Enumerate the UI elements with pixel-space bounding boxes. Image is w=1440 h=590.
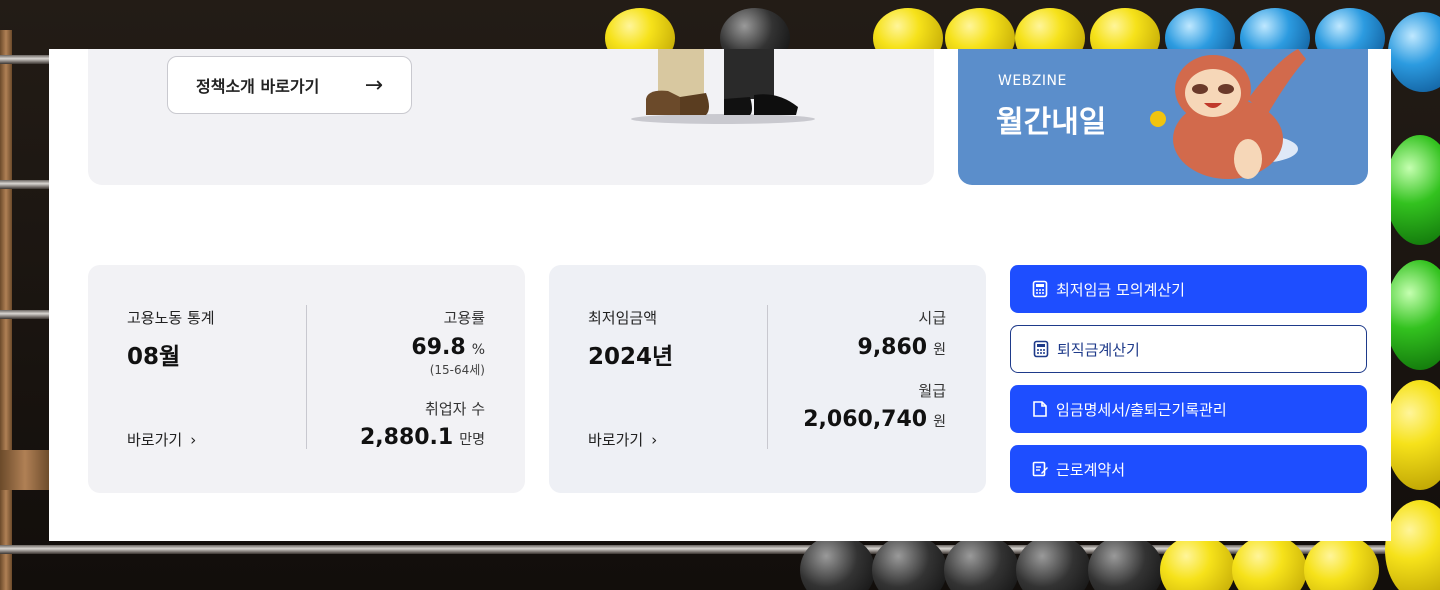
link-label: 바로가기 [588,431,644,449]
policy-intro-label: 정책소개 바로가기 [196,77,320,96]
document-icon [1033,401,1047,417]
abacus-bead [1016,535,1091,590]
employment-stats-period: 08월 [127,344,181,370]
labor-contract-button[interactable]: 근로계약서 [1010,445,1367,493]
card-divider [306,305,307,449]
sloth-mascot-illustration [1150,49,1306,179]
abacus-frame-piece [0,450,50,490]
employed-count-unit: 만명 [459,432,485,448]
employment-rate-number: 69.8 [411,335,466,360]
abacus-bead [1160,535,1235,590]
minimum-wage-calculator-button[interactable]: 최저임금 모의계산기 [1010,265,1367,313]
hourly-wage-unit: 원 [933,342,946,358]
employed-count-value: 2,880.1 만명 [360,425,485,450]
abacus-bead [1385,260,1440,370]
employment-rate-value: 69.8% [411,335,485,360]
employment-stats-card: 고용노동 통계 08월 바로가기 › 고용률 69.8% (15-64세) 취업자… [88,265,525,493]
employment-rate-note: (15-64세) [429,363,485,377]
employment-stats-label: 고용노동 통계 [127,309,215,327]
wage-statement-button[interactable]: 임금명세서/출퇴근기록관리 [1010,385,1367,433]
content-panel: 정책소개 바로가기 → WEBZINE 월간내일 고용노동 통계 08월 바로가… [49,49,1391,541]
webzine-banner[interactable]: WEBZINE 월간내일 [958,49,1368,185]
hourly-wage-value: 9,860 원 [858,335,946,360]
abacus-bead [1385,135,1440,245]
minimum-wage-link[interactable]: 바로가기 › [588,429,657,450]
side-button-label: 퇴직금계산기 [1057,340,1140,359]
employed-count-label: 취업자 수 [425,400,485,418]
side-button-label: 최저임금 모의계산기 [1056,280,1185,299]
employment-rate-unit: % [471,342,485,358]
abacus-bead [1385,500,1440,590]
link-label: 바로가기 [127,431,183,449]
monthly-wage-label: 월급 [918,382,946,400]
calculator-icon [1033,340,1049,358]
employment-stats-link[interactable]: 바로가기 › [127,429,196,450]
policy-intro-button[interactable]: 정책소개 바로가기 → [167,56,412,114]
minimum-wage-card: 최저임금액 2024년 바로가기 › 시급 9,860 원 월급 2,060,740… [549,265,986,493]
employment-rate-label: 고용률 [443,309,485,327]
monthly-wage-number: 2,060,740 [803,407,928,432]
webzine-title: 월간내일 [996,105,1107,140]
minimum-wage-label: 최저임금액 [588,309,658,327]
webzine-subtitle: WEBZINE [998,73,1067,89]
abacus-bead [1388,12,1440,92]
abacus-bead [1385,380,1440,490]
abacus-bead [944,535,1019,590]
severance-calculator-button[interactable]: 퇴직금계산기 [1010,325,1367,373]
card-divider [767,305,768,449]
side-button-label: 근로계약서 [1056,460,1126,479]
abacus-bead [872,535,947,590]
character-feet-illustration [631,49,815,124]
monthly-wage-unit: 원 [933,414,946,430]
side-button-label: 임금명세서/출퇴근기록관리 [1056,400,1227,419]
abacus-bead [1304,535,1379,590]
hourly-wage-number: 9,860 [857,335,928,360]
abacus-bead [800,535,875,590]
calculator-icon [1032,280,1048,298]
policy-banner: 정책소개 바로가기 → [88,49,934,185]
minimum-wage-year: 2024년 [588,344,674,370]
chevron-right-icon: › [190,431,197,449]
edit-document-icon [1032,461,1048,477]
arrow-right-icon: → [364,72,383,98]
abacus-bead [1088,535,1163,590]
chevron-right-icon: › [651,431,658,449]
abacus-bead [1232,535,1307,590]
monthly-wage-value: 2,060,740 원 [803,407,946,432]
employed-count-number: 2,880.1 [359,425,454,450]
hourly-wage-label: 시급 [918,309,946,327]
